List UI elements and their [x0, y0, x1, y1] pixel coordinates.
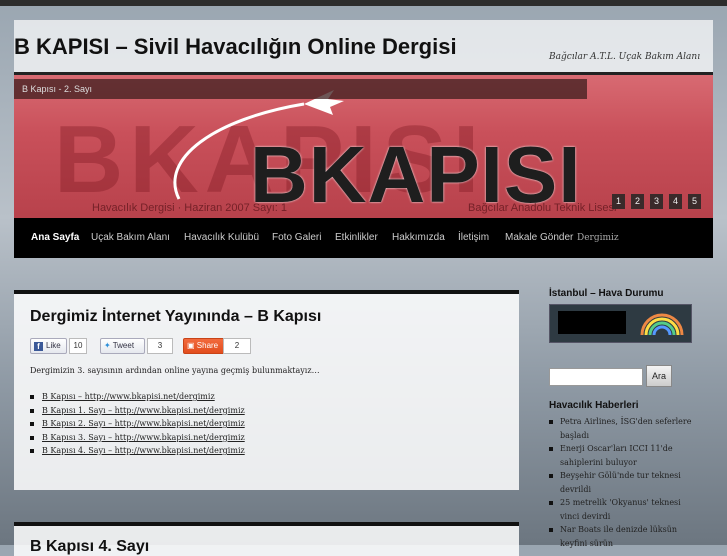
slider-page-1[interactable]: 1	[612, 194, 625, 209]
like-label: Like	[46, 341, 61, 350]
nav-item-events[interactable]: Etkinlikler	[335, 218, 378, 258]
weather-rainbow-icon	[640, 313, 684, 336]
weather-display	[558, 311, 626, 334]
nav-item-photo-gallery[interactable]: Foto Galeri	[272, 218, 321, 258]
slider-page-5[interactable]: 5	[688, 194, 701, 209]
news-item[interactable]: Enerji Oscar'ları ICCI 11'de sahiplerini…	[549, 442, 699, 469]
post-link-list: B Kapısı – http://www.bkapisi.net/dergim…	[30, 390, 245, 458]
facebook-icon: f	[34, 342, 43, 351]
banner-slider[interactable]: BKAPISI BKAPISI Havacılık Dergisi · Hazi…	[14, 72, 713, 221]
post-card-2: B Kapısı 4. Sayı	[14, 522, 519, 556]
search-button[interactable]: Ara	[646, 365, 673, 387]
twitter-bird-icon: ✦	[104, 341, 111, 350]
share-button[interactable]: ▣ Share	[183, 338, 226, 354]
post-intro: Dergimizin 3. sayısının ardından online …	[30, 366, 320, 375]
page: B KAPISI – Sivil Havacılığın Online Derg…	[14, 6, 713, 556]
news-widget-title: Havacılık Haberleri	[549, 400, 639, 411]
share-count: 2	[223, 338, 251, 354]
news-item[interactable]: Petra Airlines, İSG'den seferlere başlad…	[549, 415, 699, 442]
nav-item-contact[interactable]: İletişim	[458, 218, 489, 258]
search-input[interactable]	[549, 368, 643, 386]
post-link[interactable]: B Kapısı – http://www.bkapisi.net/dergim…	[30, 390, 245, 404]
slider-page-4[interactable]: 4	[669, 194, 682, 209]
post-2-title[interactable]: B Kapısı 4. Sayı	[30, 538, 149, 556]
nav-item-home[interactable]: Ana Sayfa	[31, 218, 79, 258]
like-count: 10	[69, 338, 87, 354]
nav-item-submit-article[interactable]: Makale Gönder	[505, 218, 573, 258]
slider-page-2[interactable]: 2	[631, 194, 644, 209]
slider-pager: 1 2 3 4 5	[612, 194, 701, 209]
post-link[interactable]: B Kapısı 2. Sayı – http://www.bkapisi.ne…	[30, 417, 245, 431]
news-item[interactable]: 25 metrelik 'Okyanus' teknesi vinci devi…	[549, 496, 699, 523]
post-link[interactable]: B Kapısı 1. Sayı – http://www.bkapisi.ne…	[30, 404, 245, 418]
post-title[interactable]: Dergimiz İnternet Yayınında – B Kapısı	[30, 308, 321, 326]
site-title[interactable]: B KAPISI – Sivil Havacılığın Online Derg…	[14, 34, 457, 60]
main-nav: Ana Sayfa Uçak Bakım Alanı Havacılık Kul…	[14, 218, 713, 258]
slider-page-3[interactable]: 3	[650, 194, 663, 209]
news-item[interactable]: Beyşehir Gölü'nde tur teknesi devrildi	[549, 469, 699, 496]
nav-item-magazine[interactable]: Dergimiz	[577, 218, 619, 258]
news-list: Petra Airlines, İSG'den seferlere başlad…	[549, 415, 699, 550]
share-label: Share	[196, 341, 219, 350]
sidebar: İstanbul – Hava Durumu Ara Havacılık Hab…	[549, 288, 699, 548]
tweet-label: Tweet	[112, 341, 135, 350]
site-header: B KAPISI – Sivil Havacılığın Online Derg…	[14, 20, 713, 72]
share-plus-icon: ▣	[187, 341, 197, 350]
post-card: Dergimiz İnternet Yayınında – B Kapısı f…	[14, 290, 519, 490]
nav-item-about[interactable]: Hakkımızda	[392, 218, 445, 258]
banner-subtitle-right: Bağcılar Anadolu Teknik Lisesi	[468, 202, 617, 214]
post-link[interactable]: B Kapısı 4. Sayı – http://www.bkapisi.ne…	[30, 444, 245, 458]
news-item[interactable]: Nar Boats ile denizde lüksün keyfini sür…	[549, 523, 699, 550]
tweet-count: 3	[147, 338, 173, 354]
weather-widget[interactable]	[549, 304, 692, 343]
banner-subtitle-left: Havacılık Dergisi · Haziran 2007 Sayı: 1	[92, 202, 288, 214]
weather-widget-title: İstanbul – Hava Durumu	[549, 288, 664, 299]
slide-caption[interactable]: B Kapısı - 2. Sayı	[14, 79, 587, 99]
post-link[interactable]: B Kapısı 3. Sayı – http://www.bkapisi.ne…	[30, 431, 245, 445]
facebook-like-button[interactable]: f Like	[30, 338, 67, 354]
nav-item-aviation-club[interactable]: Havacılık Kulübü	[184, 218, 259, 258]
tweet-button[interactable]: ✦ Tweet	[100, 338, 145, 354]
nav-item-aircraft-maintenance[interactable]: Uçak Bakım Alanı	[91, 218, 170, 258]
site-tagline: Bağcılar A.T.L. Uçak Bakım Alanı	[549, 52, 701, 62]
